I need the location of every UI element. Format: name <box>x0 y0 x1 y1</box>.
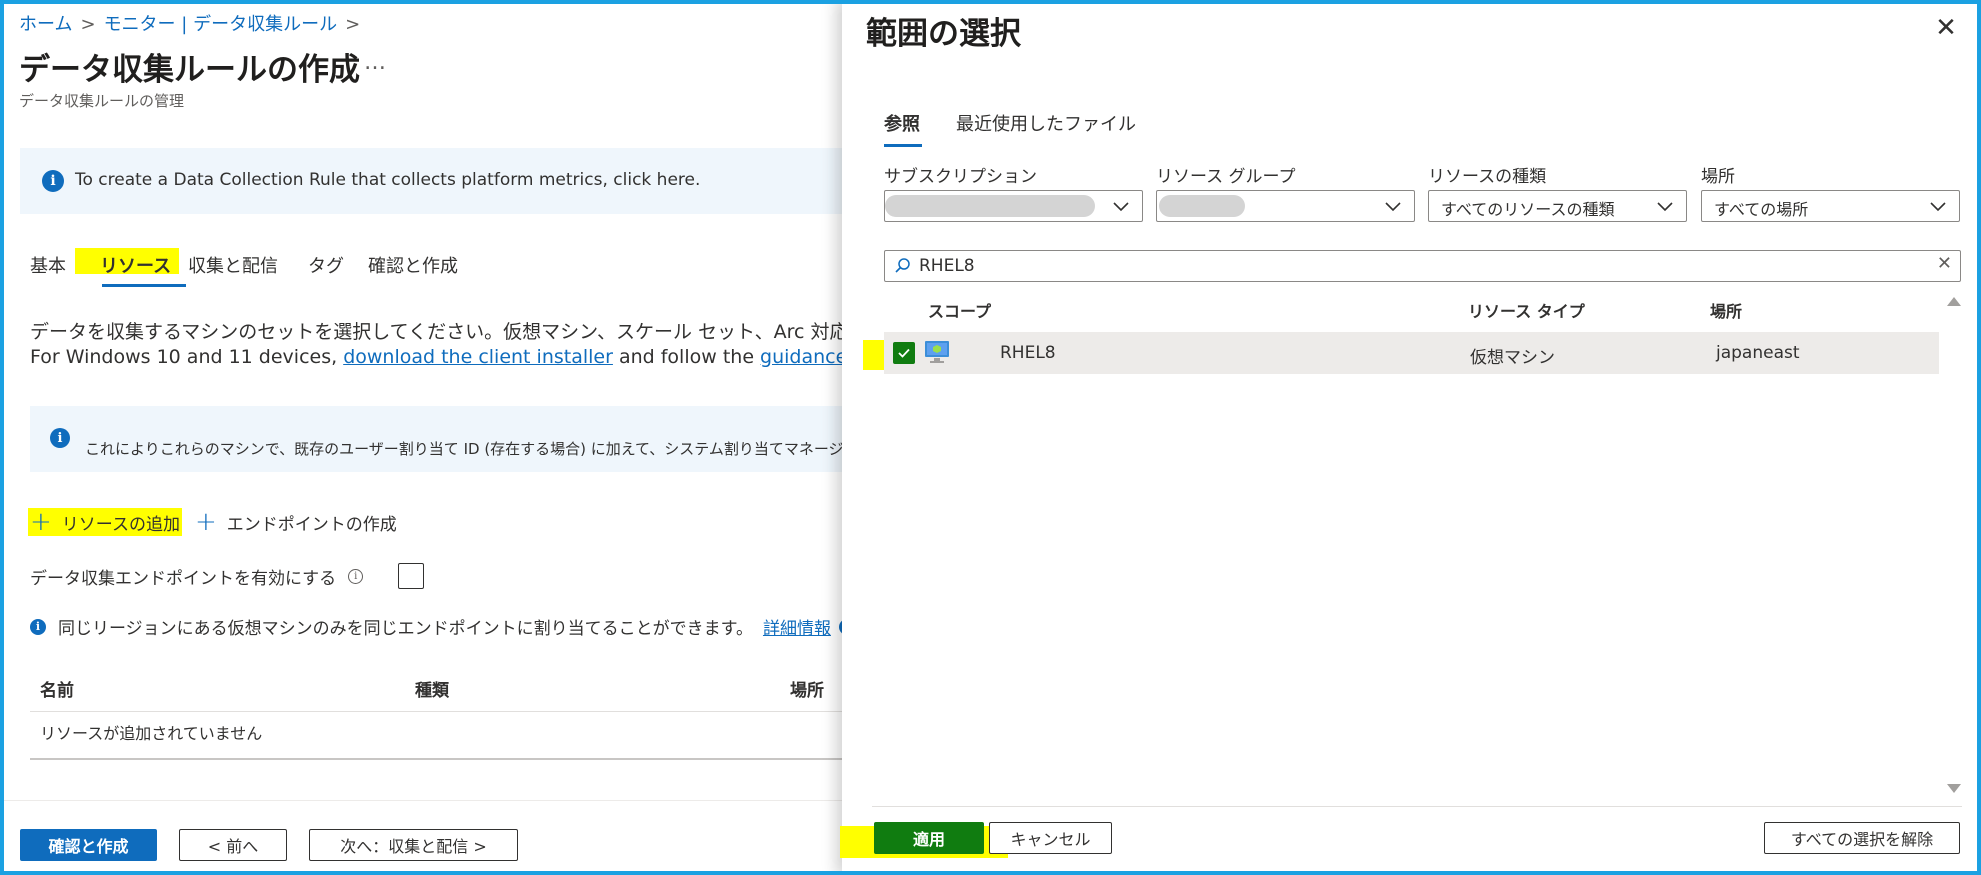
managed-identity-banner: i これによりこれらのマシンで、既存のユーザー割り当て ID (存在する場合) … <box>30 406 842 472</box>
resource-table: 名前 種類 場所 リソースが追加されていません <box>30 672 842 760</box>
checkmark-icon <box>898 348 910 358</box>
breadcrumb-separator: > <box>80 14 96 35</box>
row-scope-name[interactable]: RHEL8 <box>1000 343 1056 363</box>
empty-state-text: リソースが追加されていません <box>30 712 842 760</box>
breadcrumb-home[interactable]: ホーム <box>19 14 72 35</box>
scroll-down-arrow[interactable] <box>1947 784 1961 793</box>
region-note-text: 同じリージョンにある仮想マシンのみを同じエンドポイントに割り当てることができます… <box>58 619 753 639</box>
create-endpoint-label: エンドポイントの作成 <box>226 514 397 535</box>
scroll-up-arrow[interactable] <box>1947 297 1961 306</box>
review-create-button[interactable]: 確認と作成 <box>20 829 157 861</box>
add-resource-label: リソースの追加 <box>61 514 180 535</box>
chevron-down-icon <box>1385 202 1401 212</box>
column-name[interactable]: 名前 <box>40 676 74 701</box>
column-resource-type[interactable]: リソース タイプ <box>1468 298 1585 322</box>
more-options-icon[interactable]: … <box>364 50 388 75</box>
managed-identity-text: これによりこれらのマシンで、既存のユーザー割り当て ID (存在する場合) に加… <box>85 440 842 458</box>
tab-resources[interactable]: リソース <box>100 252 171 278</box>
panel-footer-divider <box>872 806 1962 807</box>
description-line1: データを収集するマシンのセットを選択してください。仮想マシン、スケール セット、… <box>30 321 842 343</box>
search-value: RHEL8 <box>919 256 975 276</box>
info-icon: i <box>42 170 64 192</box>
subscription-label: サブスクリプション <box>884 167 1037 187</box>
download-installer-link[interactable]: download the client installer <box>343 346 613 368</box>
column-location[interactable]: 場所 <box>1710 298 1742 322</box>
active-tab-indicator <box>884 144 922 147</box>
description-line2: For Windows 10 and 11 devices, download … <box>30 345 842 370</box>
previous-button[interactable]: < 前へ <box>179 829 287 861</box>
clear-search-icon[interactable]: ✕ <box>1937 253 1952 274</box>
redacted-value <box>1159 195 1245 217</box>
resource-type-label: リソースの種類 <box>1428 167 1547 187</box>
clear-all-selection-button[interactable]: すべての選択を解除 <box>1764 822 1960 854</box>
wizard-footer: 確認と作成 < 前へ 次へ：収集と配信 > <box>0 800 842 875</box>
chevron-down-icon <box>1113 202 1129 212</box>
plus-icon: + <box>195 507 217 537</box>
tab-recent[interactable]: 最近使用したファイル <box>956 110 1136 136</box>
active-tab-indicator <box>102 284 186 287</box>
page-title: データ収集ルールの作成 <box>19 52 360 88</box>
enable-endpoint-checkbox[interactable] <box>398 563 424 589</box>
subscription-dropdown[interactable] <box>884 190 1143 222</box>
banner-text: To create a Data Collection Rule that co… <box>75 170 701 190</box>
panel-title: 範囲の選択 <box>866 16 1021 52</box>
row-location: japaneast <box>1716 343 1800 363</box>
redacted-value <box>885 195 1095 217</box>
region-note: i 同じリージョンにある仮想マシンのみを同じエンドポイントに割り当てることができ… <box>30 614 842 639</box>
guidance-link[interactable]: guidance <box>760 346 842 368</box>
tab-review-create[interactable]: 確認と作成 <box>368 252 458 278</box>
row-checkbox-checked[interactable] <box>893 342 915 364</box>
search-icon <box>895 258 910 273</box>
enable-endpoint-text: データ収集エンドポイントを有効にする <box>30 569 337 589</box>
tab-tags[interactable]: タグ <box>308 252 344 278</box>
apply-button[interactable]: 適用 <box>874 822 984 854</box>
location-value: すべての場所 <box>1714 200 1809 219</box>
add-resource-button[interactable]: + リソースの追加 <box>30 508 180 536</box>
cancel-button[interactable]: キャンセル <box>989 822 1112 854</box>
breadcrumb-monitor[interactable]: モニター | データ収集ルール <box>104 14 338 35</box>
column-scope[interactable]: スコープ <box>928 298 991 322</box>
info-icon[interactable]: i <box>348 569 364 584</box>
table-row[interactable]: RHEL8 仮想マシン japaneast <box>884 332 1939 374</box>
create-endpoint-button[interactable]: + エンドポイントの作成 <box>195 508 397 536</box>
chevron-down-icon <box>1657 202 1673 212</box>
learn-more-link[interactable]: 詳細情報 <box>763 614 831 639</box>
resource-type-value: すべてのリソースの種類 <box>1441 200 1615 219</box>
description-text: and follow the <box>612 346 761 368</box>
info-icon: i <box>30 618 46 635</box>
resource-group-dropdown[interactable] <box>1156 190 1415 222</box>
plus-icon: + <box>30 507 52 537</box>
platform-metrics-banner[interactable]: i To create a Data Collection Rule that … <box>20 148 842 214</box>
create-dcr-blade: ホーム > モニター | データ収集ルール > データ収集ルールの作成 … データ収集… <box>0 0 842 875</box>
breadcrumb: ホーム > モニター | データ収集ルール > <box>19 10 368 36</box>
close-icon[interactable]: ✕ <box>1932 14 1960 42</box>
column-type[interactable]: 種類 <box>415 676 449 701</box>
tab-collect-deliver[interactable]: 収集と配信 <box>188 252 278 278</box>
location-label: 場所 <box>1701 167 1735 187</box>
column-location[interactable]: 場所 <box>790 676 824 701</box>
location-dropdown[interactable]: すべての場所 <box>1701 190 1960 222</box>
breadcrumb-separator: > <box>345 14 361 35</box>
scope-grid-header: スコープ リソース タイプ 場所 <box>884 292 1964 328</box>
tab-basic[interactable]: 基本 <box>30 252 66 278</box>
resource-type-dropdown[interactable]: すべてのリソースの種類 <box>1428 190 1687 222</box>
resources-description: データを収集するマシンのセットを選択してください。仮想マシン、スケール セット、… <box>30 320 842 370</box>
chevron-down-icon <box>1930 202 1946 212</box>
info-icon: i <box>50 428 70 448</box>
row-resource-type: 仮想マシン <box>1470 348 1555 368</box>
page-subtitle: データ収集ルールの管理 <box>19 92 185 110</box>
resource-group-label: リソース グループ <box>1156 167 1296 187</box>
enable-endpoint-label: データ収集エンドポイントを有効にする i <box>30 564 364 589</box>
select-scope-panel: 範囲の選択 ✕ 参照 最近使用したファイル サブスクリプション リソース グルー… <box>840 0 1981 875</box>
resource-table-header: 名前 種類 場所 <box>30 672 842 712</box>
next-button[interactable]: 次へ：収集と配信 > <box>309 829 518 861</box>
description-text: For Windows 10 and 11 devices, <box>30 346 344 368</box>
scope-search-input[interactable]: RHEL8 ✕ <box>884 250 1961 282</box>
virtual-machine-icon <box>925 341 949 363</box>
tab-browse[interactable]: 参照 <box>884 110 920 136</box>
